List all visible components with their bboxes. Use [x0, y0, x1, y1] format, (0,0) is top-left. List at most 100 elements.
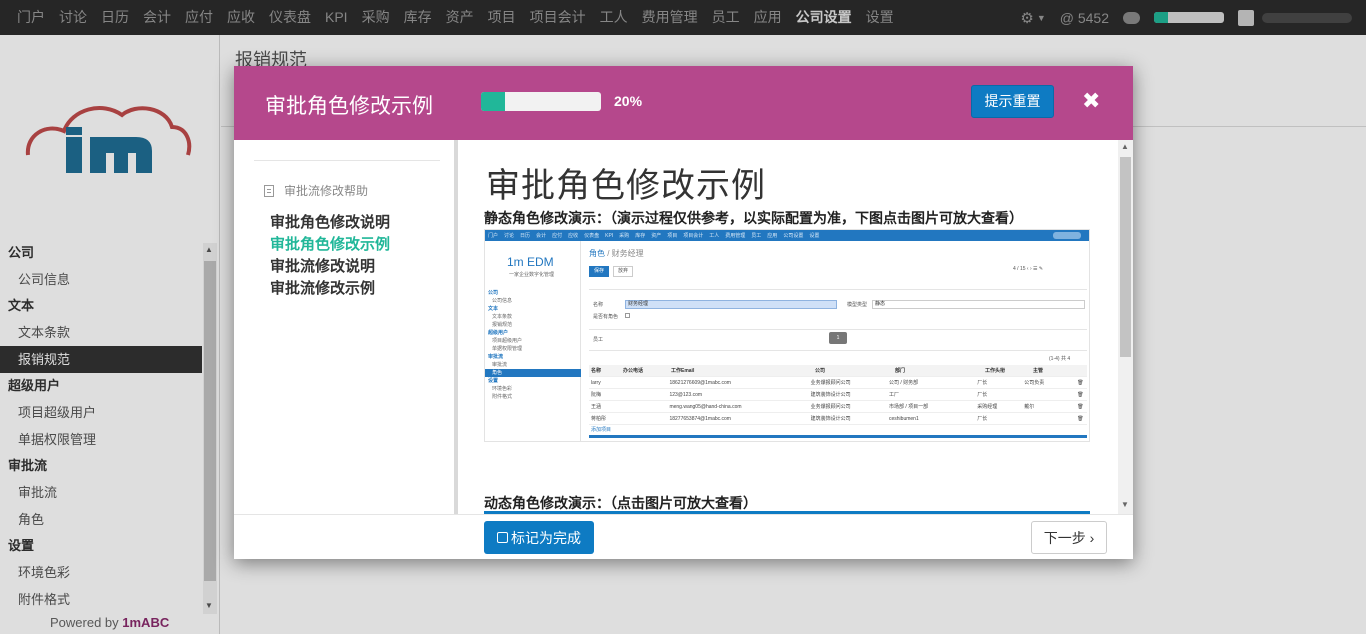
shot-table-row: 王涵 meng.wang05@hand-china.com 业务爆报顾问公司 市场部 … [589, 401, 1087, 413]
modal-footer: 标记为完成 下一步 › [234, 514, 1133, 559]
shot-name-field: 财务经理 [625, 300, 837, 309]
shot-checkbox [625, 313, 630, 318]
shot-menu-item: 文本条款 [492, 314, 513, 320]
trash-icon: 🗑 [1077, 416, 1084, 422]
shot-nav-item: 讨论 [504, 233, 515, 239]
static-demo-image[interactable]: 门户 讨论 日历 会计 应付 应收 仪表盘 KPI 采购 库存 资产 项目 项目会计 工人 费用管理 员工 应用… [484, 229, 1090, 442]
scroll-up-icon[interactable]: ▲ [1121, 142, 1129, 151]
modal-progress-percent: 20% [614, 93, 643, 109]
shot-table-row: 蒋柏彤 18277653874@1mabc.com 建筑装饰设计公司 ceshibum… [589, 413, 1087, 425]
shot-table-cell: 业务爆报顾问公司 [810, 380, 851, 386]
shot-table-row: 阮梅 123@123.com 建筑装饰设计公司 工厂 厂长 🗑 [589, 389, 1087, 401]
shot-table-cell [1022, 389, 1077, 400]
shot-sidebar: 1m EDM 一家企业数字化管理 公司 公司信息 文本 文本条款 报销规范 超级用户 项目超… [485, 241, 581, 441]
shot-table-cell: 厂长 [977, 392, 988, 398]
shot-table-cell: 建筑装饰设计公司 [810, 392, 851, 398]
shot-cancel-button: 放弃 [613, 266, 633, 277]
checkbox-icon [497, 532, 508, 543]
shot-nav-item: 应收 [568, 233, 579, 239]
shot-table-cell: ceshibumen1 [889, 416, 919, 422]
help-title-text: 审批流修改帮助 [284, 184, 369, 198]
reset-tips-button[interactable]: 提示重置 [971, 85, 1054, 118]
shot-menu-heading: 审批流 [488, 354, 504, 360]
shot-table-cell: 建筑装饰设计公司 [810, 416, 851, 422]
shot-main: 角色 / 财务经理 保存 放弃 4 / 15 ‹ › ☰ ✎ 名称 财务经理 模… [589, 241, 1087, 441]
shot-column-header: 名称 [591, 368, 602, 374]
step-link[interactable]: 审批角色修改示例 [270, 234, 390, 256]
shot-check-label: 是否有角色 [593, 314, 619, 320]
content-scroll-thumb[interactable] [1120, 157, 1131, 357]
shot-breadcrumb: 角色 / 财务经理 [589, 248, 644, 259]
shot-type-label: 模型类型 [847, 302, 868, 308]
shot-nav-item: 日历 [520, 233, 531, 239]
shot-menu-item: 附件格式 [492, 394, 513, 400]
shot-table-cell [620, 389, 667, 400]
tour-modal: 审批角色修改示例 20% 提示重置 ✖ 审批流修改帮助 审批角色修改说明 审批角色… [234, 66, 1133, 559]
shot-menu-item: 单据权限管理 [492, 346, 523, 352]
shot-tooltip: 1 [829, 332, 847, 344]
trash-icon: 🗑 [1077, 380, 1084, 386]
dynamic-demo-caption: 动态角色修改演示：（点击图片可放大查看） [484, 495, 757, 511]
shot-nav-item: 资产 [651, 233, 662, 239]
mark-done-label: 标记为完成 [511, 529, 581, 546]
step-link[interactable]: 审批流修改示例 [270, 278, 390, 300]
shot-save-button: 保存 [589, 266, 609, 277]
shot-slogan: 一家企业数字化管理 [509, 272, 555, 278]
shot-table-cell [620, 401, 667, 412]
shot-nav-item: 费用管理 [725, 233, 746, 239]
modal-progress-fill [481, 92, 505, 111]
shot-table-cell: 18277653874@1mabc.com [669, 416, 731, 422]
shot-nav-item: 采购 [619, 233, 630, 239]
step-link[interactable]: 审批角色修改说明 [270, 212, 390, 234]
shot-table-cell: 厂长 [977, 380, 988, 386]
content-scrollbar[interactable]: ▲ ▼ [1118, 140, 1133, 514]
shot-column-header: 工作头衔 [985, 368, 1006, 374]
document-icon [264, 184, 274, 197]
shot-breadcrumb-current: / 财务经理 [605, 249, 644, 258]
shot-table-cell: 工厂 [889, 392, 900, 398]
shot-column-header: 工作Email [671, 368, 695, 374]
shot-table-cell: 戴尔 [1024, 404, 1035, 410]
trash-icon: 🗑 [1077, 392, 1084, 398]
shot-column-header: 主管 [1033, 368, 1044, 374]
shot-table-cell: 市场部 / 项目一部 [889, 404, 929, 410]
scroll-down-icon[interactable]: ▼ [1121, 500, 1129, 509]
modal-header: 审批角色修改示例 20% 提示重置 ✖ [234, 66, 1133, 140]
content-heading: 审批角色修改示例 [486, 166, 766, 206]
shot-table-cell: meng.wang05@hand-china.com [669, 404, 742, 410]
divider [589, 289, 1087, 290]
next-step-button[interactable]: 下一步 › [1031, 521, 1107, 554]
shot-table-cell [620, 413, 667, 424]
shot-column-header: 部门 [895, 368, 906, 374]
shot-table-cell: 蒋柏彤 [591, 416, 607, 422]
shot-nav-item: 门户 [488, 233, 499, 239]
shot-breadcrumb-root: 角色 [589, 249, 605, 258]
shot-add-row-link: 添加项目 [591, 427, 612, 433]
shot-nav-item: 员工 [751, 233, 762, 239]
divider [254, 160, 440, 161]
shot-bottom-bar [589, 435, 1087, 438]
shot-menu-heading: 公司 [488, 290, 499, 296]
close-icon[interactable]: ✖ [1082, 88, 1100, 114]
modal-title: 审批角色修改示例 [265, 95, 433, 118]
shot-menu-heading: 文本 [488, 306, 499, 312]
shot-menu-item: 环境色彩 [492, 386, 513, 392]
steps-list: 审批角色修改说明 审批角色修改示例 审批流修改说明 审批流修改示例 [270, 212, 390, 300]
shot-nav-item: 应用 [767, 233, 778, 239]
step-link[interactable]: 审批流修改说明 [270, 256, 390, 278]
shot-nav-item: 公司设置 [783, 233, 804, 239]
shot-menu-item: 公司信息 [492, 298, 513, 304]
shot-nav-item: 应付 [552, 233, 563, 239]
shot-nav-item: 工人 [709, 233, 720, 239]
mark-done-button[interactable]: 标记为完成 [484, 521, 594, 554]
shot-table-cell: 123@123.com [669, 392, 703, 398]
shot-table-cell [620, 377, 667, 388]
shot-nav-item: 设置 [809, 233, 820, 239]
shot-menu-item: 报销规范 [492, 322, 513, 328]
static-demo-caption: 静态角色修改演示：（演示过程仅供参考，以实际配置为准，下图点击图片可放大查看） [484, 210, 1023, 226]
shot-nav-item: 项目会计 [683, 233, 704, 239]
shot-menu-item: 项目超级用户 [492, 338, 523, 344]
shot-menu: 公司 公司信息 文本 文本条款 报销规范 超级用户 项目超级用户 单据权限管理 审批流 审批流 角色… [485, 289, 581, 401]
shot-navbar: 门户 讨论 日历 会计 应付 应收 仪表盘 KPI 采购 库存 资产 项目 项目会计 工人 费用管理 员工 应用… [485, 230, 1089, 241]
shot-table: 名称 办公电话 工作Email 公司 部门 工作头衔 主管 larry 18621276609@… [589, 365, 1087, 435]
